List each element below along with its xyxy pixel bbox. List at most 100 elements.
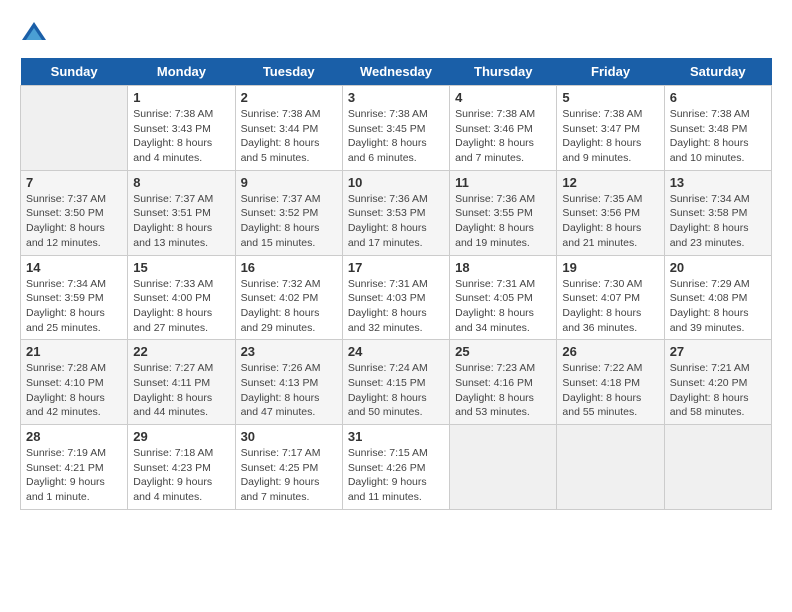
day-number: 4: [455, 90, 551, 105]
calendar-cell: 25Sunrise: 7:23 AM Sunset: 4:16 PM Dayli…: [450, 340, 557, 425]
weekday-header-friday: Friday: [557, 58, 664, 86]
cell-info: Sunrise: 7:27 AM Sunset: 4:11 PM Dayligh…: [133, 361, 229, 420]
cell-info: Sunrise: 7:36 AM Sunset: 3:53 PM Dayligh…: [348, 192, 444, 251]
day-number: 19: [562, 260, 658, 275]
cell-info: Sunrise: 7:38 AM Sunset: 3:48 PM Dayligh…: [670, 107, 766, 166]
weekday-header-wednesday: Wednesday: [342, 58, 449, 86]
cell-info: Sunrise: 7:17 AM Sunset: 4:25 PM Dayligh…: [241, 446, 337, 505]
cell-info: Sunrise: 7:26 AM Sunset: 4:13 PM Dayligh…: [241, 361, 337, 420]
calendar-week-1: 1 Sunrise: 7:38 AM Sunset: 3:43 PM Daylig…: [21, 86, 772, 171]
calendar-cell: 3 Sunrise: 7:38 AM Sunset: 3:45 PM Daylig…: [342, 86, 449, 171]
cell-info: Sunrise: 7:21 AM Sunset: 4:20 PM Dayligh…: [670, 361, 766, 420]
cell-info: Sunrise: 7:37 AM Sunset: 3:50 PM Dayligh…: [26, 192, 122, 251]
weekday-header-sunday: Sunday: [21, 58, 128, 86]
day-number: 31: [348, 429, 444, 444]
cell-info: Sunrise: 7:31 AM Sunset: 4:03 PM Dayligh…: [348, 277, 444, 336]
calendar-cell: 23 Sunrise: 7:26 AM Sunset: 4:13 PM Dayli…: [235, 340, 342, 425]
calendar-cell: 10 Sunrise: 7:36 AM Sunset: 3:53 PM Dayli…: [342, 170, 449, 255]
cell-info: Sunrise: 7:38 AM Sunset: 3:44 PM Dayligh…: [241, 107, 337, 166]
calendar-cell: 31Sunrise: 7:15 AM Sunset: 4:26 PM Dayli…: [342, 425, 449, 510]
calendar-cell: 27 Sunrise: 7:21 AM Sunset: 4:20 PM Dayli…: [664, 340, 771, 425]
calendar-cell: 15 Sunrise: 7:33 AM Sunset: 4:00 PM Dayli…: [128, 255, 235, 340]
cell-info: Sunrise: 7:37 AM Sunset: 3:52 PM Dayligh…: [241, 192, 337, 251]
day-number: 15: [133, 260, 229, 275]
cell-info: Sunrise: 7:34 AM Sunset: 3:59 PM Dayligh…: [26, 277, 122, 336]
cell-info: Sunrise: 7:28 AM Sunset: 4:10 PM Dayligh…: [26, 361, 122, 420]
calendar-cell: 26 Sunrise: 7:22 AM Sunset: 4:18 PM Dayli…: [557, 340, 664, 425]
calendar-cell: 6Sunrise: 7:38 AM Sunset: 3:48 PM Daylig…: [664, 86, 771, 171]
cell-info: Sunrise: 7:22 AM Sunset: 4:18 PM Dayligh…: [562, 361, 658, 420]
day-number: 21: [26, 344, 122, 359]
logo-icon: [20, 20, 48, 48]
calendar-cell: 7 Sunrise: 7:37 AM Sunset: 3:50 PM Daylig…: [21, 170, 128, 255]
cell-info: Sunrise: 7:37 AM Sunset: 3:51 PM Dayligh…: [133, 192, 229, 251]
day-number: 27: [670, 344, 766, 359]
calendar-cell: 11Sunrise: 7:36 AM Sunset: 3:55 PM Dayli…: [450, 170, 557, 255]
cell-info: Sunrise: 7:35 AM Sunset: 3:56 PM Dayligh…: [562, 192, 658, 251]
day-number: 20: [670, 260, 766, 275]
calendar-cell: [557, 425, 664, 510]
cell-info: Sunrise: 7:38 AM Sunset: 3:46 PM Dayligh…: [455, 107, 551, 166]
day-number: 7: [26, 175, 122, 190]
calendar-cell: 4 Sunrise: 7:38 AM Sunset: 3:46 PM Daylig…: [450, 86, 557, 171]
cell-info: Sunrise: 7:31 AM Sunset: 4:05 PM Dayligh…: [455, 277, 551, 336]
calendar-cell: 1 Sunrise: 7:38 AM Sunset: 3:43 PM Daylig…: [128, 86, 235, 171]
cell-info: Sunrise: 7:38 AM Sunset: 3:43 PM Dayligh…: [133, 107, 229, 166]
day-number: 13: [670, 175, 766, 190]
day-number: 29: [133, 429, 229, 444]
day-number: 28: [26, 429, 122, 444]
day-number: 30: [241, 429, 337, 444]
cell-info: Sunrise: 7:29 AM Sunset: 4:08 PM Dayligh…: [670, 277, 766, 336]
cell-info: Sunrise: 7:32 AM Sunset: 4:02 PM Dayligh…: [241, 277, 337, 336]
calendar-body: 1 Sunrise: 7:38 AM Sunset: 3:43 PM Daylig…: [21, 86, 772, 510]
day-number: 23: [241, 344, 337, 359]
cell-info: Sunrise: 7:30 AM Sunset: 4:07 PM Dayligh…: [562, 277, 658, 336]
day-number: 26: [562, 344, 658, 359]
calendar-cell: 20 Sunrise: 7:29 AM Sunset: 4:08 PM Dayli…: [664, 255, 771, 340]
cell-info: Sunrise: 7:23 AM Sunset: 4:16 PM Dayligh…: [455, 361, 551, 420]
calendar-week-4: 21 Sunrise: 7:28 AM Sunset: 4:10 PM Dayli…: [21, 340, 772, 425]
cell-info: Sunrise: 7:34 AM Sunset: 3:58 PM Dayligh…: [670, 192, 766, 251]
day-number: 12: [562, 175, 658, 190]
calendar-cell: 17 Sunrise: 7:31 AM Sunset: 4:03 PM Dayli…: [342, 255, 449, 340]
calendar-cell: 29 Sunrise: 7:18 AM Sunset: 4:23 PM Dayli…: [128, 425, 235, 510]
calendar-cell: 24 Sunrise: 7:24 AM Sunset: 4:15 PM Dayli…: [342, 340, 449, 425]
day-number: 14: [26, 260, 122, 275]
day-number: 16: [241, 260, 337, 275]
cell-info: Sunrise: 7:24 AM Sunset: 4:15 PM Dayligh…: [348, 361, 444, 420]
day-number: 3: [348, 90, 444, 105]
calendar-cell: 5Sunrise: 7:38 AM Sunset: 3:47 PM Daylig…: [557, 86, 664, 171]
cell-info: Sunrise: 7:33 AM Sunset: 4:00 PM Dayligh…: [133, 277, 229, 336]
day-number: 2: [241, 90, 337, 105]
calendar-cell: 14 Sunrise: 7:34 AM Sunset: 3:59 PM Dayli…: [21, 255, 128, 340]
weekday-header-tuesday: Tuesday: [235, 58, 342, 86]
calendar-cell: 12 Sunrise: 7:35 AM Sunset: 3:56 PM Dayli…: [557, 170, 664, 255]
calendar-cell: 2 Sunrise: 7:38 AM Sunset: 3:44 PM Daylig…: [235, 86, 342, 171]
calendar-week-3: 14 Sunrise: 7:34 AM Sunset: 3:59 PM Dayli…: [21, 255, 772, 340]
calendar-week-2: 7 Sunrise: 7:37 AM Sunset: 3:50 PM Daylig…: [21, 170, 772, 255]
calendar-week-5: 28 Sunrise: 7:19 AM Sunset: 4:21 PM Dayli…: [21, 425, 772, 510]
page-header: [20, 20, 772, 48]
weekday-header-saturday: Saturday: [664, 58, 771, 86]
calendar-cell: 8 Sunrise: 7:37 AM Sunset: 3:51 PM Daylig…: [128, 170, 235, 255]
weekday-header-thursday: Thursday: [450, 58, 557, 86]
day-number: 17: [348, 260, 444, 275]
calendar-cell: 22 Sunrise: 7:27 AM Sunset: 4:11 PM Dayli…: [128, 340, 235, 425]
day-number: 8: [133, 175, 229, 190]
calendar-cell: 9 Sunrise: 7:37 AM Sunset: 3:52 PM Daylig…: [235, 170, 342, 255]
calendar-cell: [21, 86, 128, 171]
calendar-cell: 28 Sunrise: 7:19 AM Sunset: 4:21 PM Dayli…: [21, 425, 128, 510]
day-number: 5: [562, 90, 658, 105]
day-number: 22: [133, 344, 229, 359]
cell-info: Sunrise: 7:18 AM Sunset: 4:23 PM Dayligh…: [133, 446, 229, 505]
calendar-cell: 13 Sunrise: 7:34 AM Sunset: 3:58 PM Dayli…: [664, 170, 771, 255]
calendar-cell: [450, 425, 557, 510]
day-number: 9: [241, 175, 337, 190]
day-number: 10: [348, 175, 444, 190]
cell-info: Sunrise: 7:38 AM Sunset: 3:45 PM Dayligh…: [348, 107, 444, 166]
day-number: 1: [133, 90, 229, 105]
calendar-cell: [664, 425, 771, 510]
cell-info: Sunrise: 7:36 AM Sunset: 3:55 PM Dayligh…: [455, 192, 551, 251]
cell-info: Sunrise: 7:19 AM Sunset: 4:21 PM Dayligh…: [26, 446, 122, 505]
day-number: 24: [348, 344, 444, 359]
